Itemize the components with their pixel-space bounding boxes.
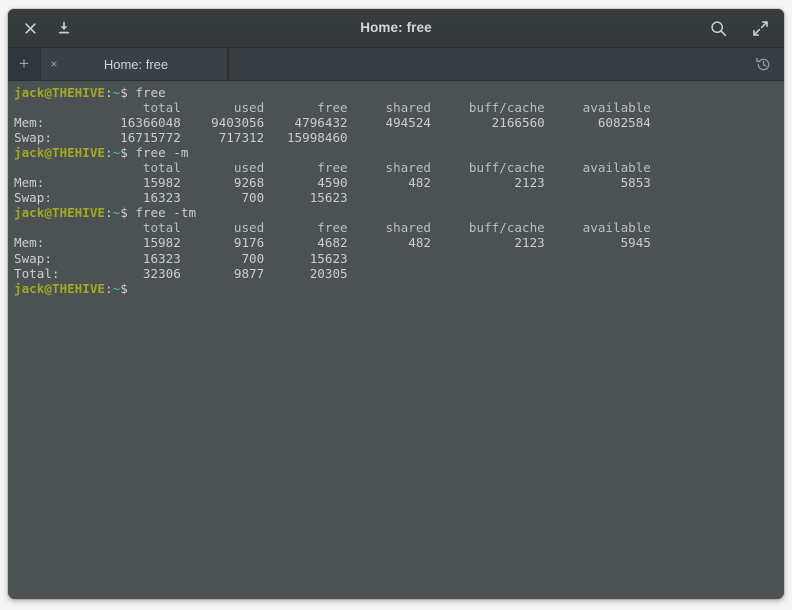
terminal-data-row: Mem: 15982 9268 4590 482 2123 5853 — [14, 175, 784, 190]
terminal-data-row: Mem: 15982 9176 4682 482 2123 5945 — [14, 235, 784, 250]
tab-bar-filler — [228, 48, 784, 80]
terminal-prompt-line: jack@THEHIVE:~$ free — [14, 85, 784, 100]
terminal-header-row: total used free shared buff/cache availa… — [14, 100, 784, 115]
titlebar-left-buttons — [8, 18, 74, 38]
tab-bar: + × Home: free — [8, 48, 784, 81]
screen: Home: free + × — [0, 0, 792, 610]
tab-bar-right — [752, 48, 774, 80]
terminal-data-row: Mem: 16366048 9403056 4796432 494524 216… — [14, 115, 784, 130]
expand-arrows-icon[interactable] — [750, 18, 770, 38]
tab-label: Home: free — [67, 57, 227, 72]
titlebar-right-buttons — [708, 9, 770, 47]
window-title: Home: free — [8, 9, 784, 47]
terminal-data-row: Total: 32306 9877 20305 — [14, 266, 784, 281]
terminal-output[interactable]: jack@THEHIVE:~$ free total used free sha… — [8, 81, 784, 599]
terminal-data-row: Swap: 16715772 717312 15998460 — [14, 130, 784, 145]
history-icon[interactable] — [752, 53, 774, 75]
terminal-header-row: total used free shared buff/cache availa… — [14, 220, 784, 235]
new-tab-button[interactable]: + — [8, 48, 40, 80]
terminal-prompt-line: jack@THEHIVE:~$ free -m — [14, 145, 784, 160]
window-titlebar: Home: free — [8, 9, 784, 48]
close-window-button[interactable] — [20, 18, 40, 38]
terminal-data-row: Swap: 16323 700 15623 — [14, 190, 784, 205]
terminal-window: Home: free + × — [8, 9, 784, 599]
tab-home-free[interactable]: × Home: free — [40, 48, 228, 80]
search-icon[interactable] — [708, 18, 728, 38]
close-tab-button[interactable]: × — [41, 57, 67, 71]
terminal-data-row: Swap: 16323 700 15623 — [14, 251, 784, 266]
terminal-header-row: total used free shared buff/cache availa… — [14, 160, 784, 175]
minimize-window-button[interactable] — [54, 18, 74, 38]
terminal-prompt-line: jack@THEHIVE:~$ — [14, 281, 784, 296]
terminal-prompt-line: jack@THEHIVE:~$ free -tm — [14, 205, 784, 220]
